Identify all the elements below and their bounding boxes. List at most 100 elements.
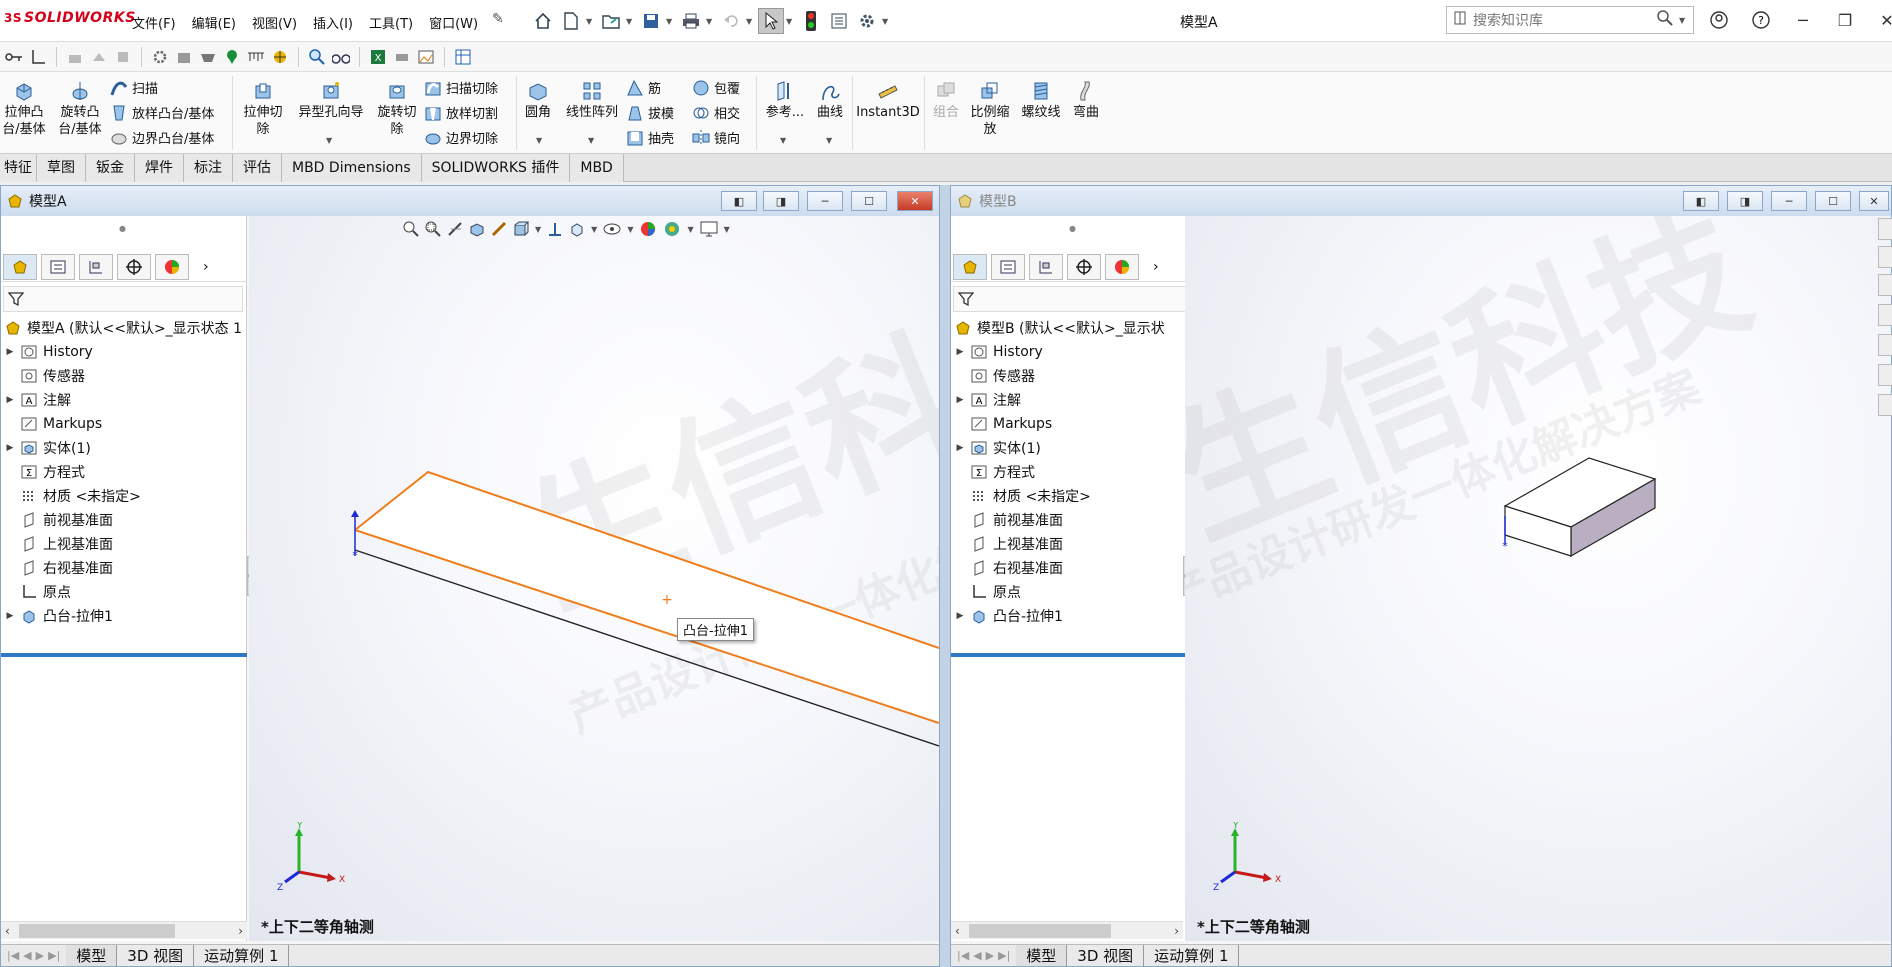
task-pane-resources-icon[interactable]: [1878, 246, 1892, 268]
tree-item-equations[interactable]: Σ 方程式: [1, 460, 247, 484]
extrude-boss-button[interactable]: 拉伸凸 台/基体: [0, 78, 48, 138]
binoculars-icon[interactable]: [331, 47, 351, 67]
undo-dropdown-icon[interactable]: ▼: [746, 17, 756, 26]
scroll-thumb[interactable]: [969, 924, 1111, 938]
tree-filter-a[interactable]: [3, 286, 243, 312]
window-a-tile-left-icon[interactable]: ◧: [721, 191, 757, 211]
search-dropdown-icon[interactable]: ▼: [1679, 16, 1689, 25]
curves-dropdown-icon[interactable]: ▼: [826, 136, 832, 145]
tab-3d-view-b[interactable]: 3D 视图: [1067, 945, 1145, 966]
loft-boss-button[interactable]: 放样凸台/基体: [110, 103, 214, 122]
tree-filter-b[interactable]: [953, 286, 1193, 312]
panel-grip[interactable]: ●: [119, 224, 126, 233]
rebuild-traffic-light-icon[interactable]: [798, 8, 824, 34]
tab-sketch[interactable]: 草图: [37, 154, 86, 182]
mirror-button[interactable]: 镜向: [692, 128, 740, 147]
window-a-maximize-icon[interactable]: ☐: [851, 191, 887, 211]
dimxpert-tab-icon[interactable]: [117, 253, 151, 280]
boundary-boss-button[interactable]: 边界凸台/基体: [110, 128, 214, 147]
tab-annotation[interactable]: 标注: [184, 154, 233, 182]
open-dropdown-icon[interactable]: ▼: [626, 17, 636, 26]
select-pointer-icon[interactable]: [758, 8, 784, 34]
feature-manager-tab-icon[interactable]: [953, 253, 987, 280]
window-a-tile-right-icon[interactable]: ◨: [763, 191, 799, 211]
options-gear-icon[interactable]: [854, 8, 880, 34]
tree-root-a[interactable]: 模型A (默认<<默认>_显示状态 1: [1, 316, 247, 340]
tree-item-boss-extrude[interactable]: ▶ 凸台-拉伸1: [1, 604, 247, 628]
panel-expand-icon[interactable]: ›: [1153, 259, 1159, 275]
restore-icon[interactable]: ❐: [1831, 6, 1859, 34]
save-dropdown-icon[interactable]: ▼: [666, 17, 676, 26]
window-a-close-icon[interactable]: ✕: [897, 191, 933, 211]
scroll-thumb[interactable]: [19, 924, 175, 938]
assembly-icon[interactable]: [65, 47, 85, 67]
scroll-right-icon[interactable]: ›: [1174, 924, 1179, 938]
panel-grip[interactable]: ●: [1069, 224, 1076, 233]
coordinate-icon[interactable]: [28, 47, 48, 67]
design-table-icon[interactable]: [453, 47, 473, 67]
tree-item-front-plane[interactable]: 前视基准面: [1, 508, 247, 532]
task-pane-appearances-icon[interactable]: [1878, 334, 1892, 356]
window-b-minimize-icon[interactable]: ─: [1771, 191, 1807, 211]
tree-item-annotations[interactable]: ▶ A 注解: [1, 388, 247, 412]
window-splitter[interactable]: [940, 185, 950, 967]
task-pane-home-icon[interactable]: [1878, 218, 1892, 240]
home-icon[interactable]: [530, 8, 556, 34]
panel-expand-icon[interactable]: ›: [203, 259, 209, 275]
help-icon[interactable]: ?: [1747, 6, 1775, 34]
window-b-maximize-icon[interactable]: ☐: [1815, 191, 1851, 211]
tree-item-sensors[interactable]: 传感器: [951, 364, 1197, 388]
menu-view[interactable]: 视图(V): [252, 13, 297, 32]
menu-edit[interactable]: 编辑(E): [192, 13, 236, 32]
printer-small-icon[interactable]: [392, 47, 412, 67]
settings-gear-icon[interactable]: [150, 47, 170, 67]
panel-scrollbar-b[interactable]: ‹ ›: [951, 921, 1183, 939]
image-export-icon[interactable]: [416, 47, 436, 67]
move-icon[interactable]: [113, 47, 133, 67]
tab-model-b[interactable]: 模型: [1016, 945, 1068, 966]
hole-wizard-button[interactable]: 异型孔向导: [292, 78, 370, 121]
window-a-minimize-icon[interactable]: ─: [807, 191, 843, 211]
component-icon[interactable]: [89, 47, 109, 67]
new-dropdown-icon[interactable]: ▼: [586, 17, 596, 26]
scroll-left-icon[interactable]: ‹: [5, 924, 10, 938]
draft-button[interactable]: 拔模: [626, 103, 674, 122]
rollback-bar[interactable]: [951, 653, 1197, 657]
expand-arrow-icon[interactable]: ▶: [951, 347, 969, 357]
linear-pattern-button[interactable]: 线性阵列: [560, 78, 624, 121]
search-box[interactable]: 搜索知识库 ▼: [1446, 6, 1694, 34]
property-manager-tab-icon[interactable]: [41, 253, 75, 280]
revolve-boss-button[interactable]: 旋转凸 台/基体: [52, 78, 108, 138]
tab-weldments[interactable]: 焊件: [135, 154, 184, 182]
fillet-button[interactable]: 圆角: [520, 78, 556, 121]
expand-arrow-icon[interactable]: ▶: [1, 347, 19, 357]
minimize-icon[interactable]: ─: [1789, 6, 1817, 34]
window-b-close-icon[interactable]: ✕: [1859, 191, 1889, 211]
tab-evaluate[interactable]: 评估: [233, 154, 282, 182]
tab-solidworks-addins[interactable]: SOLIDWORKS 插件: [421, 154, 571, 182]
expand-arrow-icon[interactable]: ▶: [951, 443, 969, 453]
expand-arrow-icon[interactable]: ▶: [1, 443, 19, 453]
tree-item-solid-bodies[interactable]: ▶ 实体(1): [1, 436, 247, 460]
tab-sheet-metal[interactable]: 钣金: [86, 154, 135, 182]
tree-item-top-plane[interactable]: 上视基准面: [951, 532, 1197, 556]
reference-dropdown-icon[interactable]: ▼: [780, 136, 786, 145]
tree-item-equations[interactable]: Σ 方程式: [951, 460, 1197, 484]
instant3d-button[interactable]: Instant3D: [856, 78, 920, 121]
shell-button[interactable]: 抽壳: [626, 128, 674, 147]
tab-3d-view-a[interactable]: 3D 视图: [117, 945, 195, 966]
task-pane-file-explorer-icon[interactable]: [1878, 304, 1892, 326]
fillet-dropdown-icon[interactable]: ▼: [536, 136, 542, 145]
tree-item-history[interactable]: ▶ History: [1, 340, 247, 364]
scroll-left-icon[interactable]: ‹: [955, 924, 960, 938]
window-b-tile-left-icon[interactable]: ◧: [1683, 191, 1719, 211]
tab-features[interactable]: 特征: [0, 154, 37, 182]
tab-motion-study-a[interactable]: 运动算例 1: [194, 945, 290, 966]
tab-nav-arrows[interactable]: |◀ ◀ ▶ ▶|: [951, 945, 1016, 966]
tree-root-b[interactable]: 模型B (默认<<默认>_显示状: [951, 316, 1197, 340]
excel-icon[interactable]: X: [368, 47, 388, 67]
window-b-tile-right-icon[interactable]: ◨: [1727, 191, 1763, 211]
task-pane-design-library-icon[interactable]: [1878, 274, 1892, 296]
select-dropdown-icon[interactable]: ▼: [786, 17, 796, 26]
tree-item-annotations[interactable]: ▶ A 注解: [951, 388, 1197, 412]
